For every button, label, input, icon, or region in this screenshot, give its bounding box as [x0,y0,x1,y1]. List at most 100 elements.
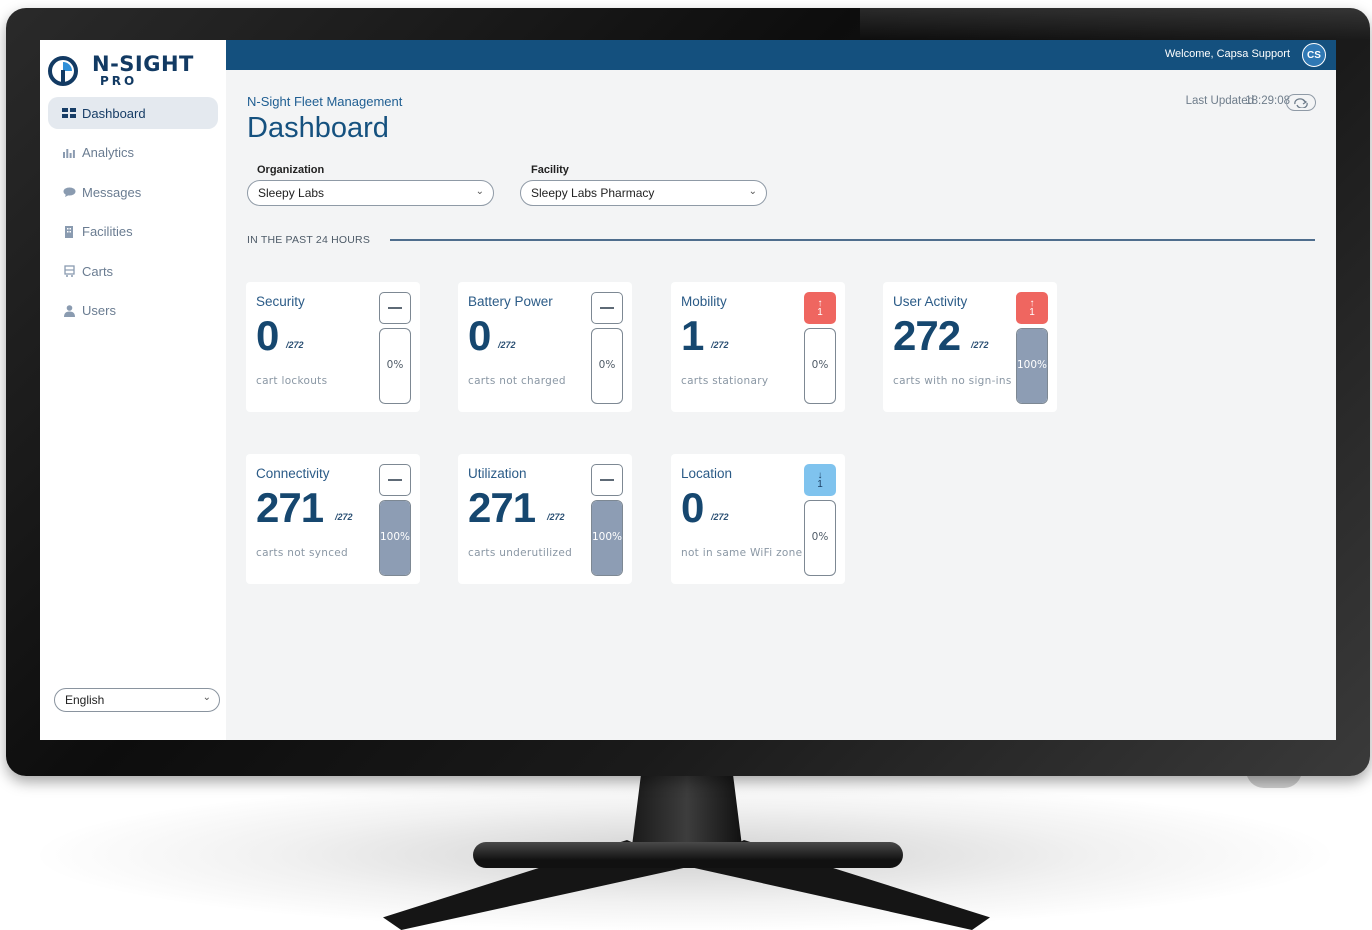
dash-icon [388,307,402,309]
gauge-label: 0% [386,359,404,371]
card-total: /272 [711,512,729,522]
minus-icon[interactable] [379,464,411,496]
arrow-up-icon[interactable]: ↑ 1 [1016,292,1048,324]
card-total: /272 [547,512,565,522]
card-value: 271 [468,484,536,531]
card-total: /272 [335,512,353,522]
organization-select[interactable]: Sleepy Labs ⌄ [247,180,494,206]
metric-card-connectivity[interactable]: Connectivity 271/272 carts not synced 100% [246,454,420,584]
monitor-base [473,842,903,868]
language-select[interactable]: English ⌄ [54,688,220,712]
dash-icon [388,479,402,481]
chevron-down-icon: ⌄ [202,692,211,703]
avatar[interactable]: CS [1302,43,1326,67]
user-icon [62,304,76,317]
sidebar-item-carts[interactable]: Carts [48,255,218,287]
trend-text: ↑ 1 [1029,298,1035,318]
card-value: 0 [256,312,279,359]
card-value: 0 [681,484,704,531]
card-total: /272 [711,340,729,350]
card-title: Battery Power [468,294,553,309]
bezel-gloss [860,8,1370,40]
facility-label: Facility [531,164,569,176]
dash-icon [600,479,614,481]
percent-gauge: 0% [804,500,836,576]
dashboard-icon [62,107,76,119]
page-title: Dashboard [247,112,389,144]
gauge-label: 100% [592,531,623,543]
app-screen: N-SIGHT PRO Dashboard Analytics Messages… [40,40,1336,740]
percent-gauge: 100% [591,500,623,576]
card-title: Location [681,466,733,481]
message-icon [62,186,76,198]
last-updated-label: Last Updated [1185,95,1254,107]
card-value: 272 [893,312,961,359]
minus-icon[interactable] [591,292,623,324]
card-title: User Activity [893,294,968,309]
sidebar-item-label: Analytics [82,145,135,160]
dash-icon [600,307,614,309]
gauge-label: 0% [811,359,829,371]
percent-gauge: 0% [379,328,411,404]
arrow-up-icon[interactable]: ↑ 1 [804,292,836,324]
minus-icon[interactable] [379,292,411,324]
organization-value: Sleepy Labs [258,186,325,200]
percent-gauge: 0% [804,328,836,404]
sidebar-item-label: Carts [82,263,114,279]
card-description: carts underutilized [468,547,573,559]
facility-value: Sleepy Labs Pharmacy [531,186,655,200]
card-title: Security [256,294,305,309]
gauge-label: 0% [811,531,829,543]
gauge-label: 100% [1017,359,1048,371]
card-description: cart lockouts [256,375,328,387]
brand-sub: PRO [100,74,138,88]
trend-text: ↓ 1 [817,470,823,490]
welcome-text: Welcome, Capsa Support [1164,48,1290,60]
sidebar-item-users[interactable]: Users [48,295,218,327]
gauge-label: 100% [380,531,411,543]
metric-card-battery-power[interactable]: Battery Power 0/272 carts not charged 0% [458,282,632,412]
refresh-button[interactable] [1286,94,1316,111]
facility-select[interactable]: Sleepy Labs Pharmacy ⌄ [520,180,767,206]
metric-card-user-activity[interactable]: User Activity 272/272 carts with no sign-i… [883,282,1057,412]
metric-card-utilization[interactable]: Utilization 271/272 carts underutilized 100… [458,454,632,584]
sidebar-item-label: Messages [82,184,142,200]
gauge-label: 0% [598,359,616,371]
card-total: /272 [971,340,989,350]
card-description: not in same WiFi zone [681,547,803,559]
card-title: Connectivity [256,466,330,481]
brand-logo[interactable]: N-SIGHT PRO [48,52,218,88]
metric-card-location[interactable]: Location 0/272 not in same WiFi zone ↓ 1 0% [671,454,845,584]
last-updated-time: 18:29:08 [1245,95,1290,107]
percent-gauge: 100% [379,500,411,576]
minus-icon[interactable] [591,464,623,496]
main-content: N-Sight Fleet Management Dashboard Last … [226,70,1336,740]
sidebar: N-SIGHT PRO Dashboard Analytics Messages… [40,40,226,740]
card-title: Mobility [681,294,727,309]
card-title: Utilization [468,466,527,481]
card-total: /272 [498,340,516,350]
metric-card-mobility[interactable]: Mobility 1/272 carts stationary ↑ 1 0% [671,282,845,412]
monitor-scene: N-SIGHT PRO Dashboard Analytics Messages… [0,0,1372,930]
brand-name: N-SIGHT [92,52,194,76]
language-value: English [65,693,105,707]
breadcrumb[interactable]: N-Sight Fleet Management [247,94,402,109]
top-bar: Welcome, Capsa Support CS [226,40,1336,70]
card-description: carts with no sign-ins [893,375,1012,387]
arrow-down-icon[interactable]: ↓ 1 [804,464,836,496]
card-description: carts stationary [681,375,769,387]
card-description: carts not charged [468,375,566,387]
sidebar-item-dashboard[interactable]: Dashboard [48,97,218,129]
sidebar-item-label: Dashboard [82,105,146,121]
sidebar-item-label: Facilities [82,224,133,239]
organization-label: Organization [257,164,325,176]
percent-gauge: 100% [1016,328,1048,404]
card-value: 271 [256,484,324,531]
card-value: 0 [468,312,491,359]
metric-card-security[interactable]: Security 0/272 cart lockouts 0% [246,282,420,412]
sidebar-item-facilities[interactable]: Facilities [48,216,218,248]
chevron-down-icon: ⌄ [748,186,757,197]
logo-icon [48,56,78,86]
sidebar-item-analytics[interactable]: Analytics [48,137,218,169]
sidebar-item-messages[interactable]: Messages [48,176,218,208]
